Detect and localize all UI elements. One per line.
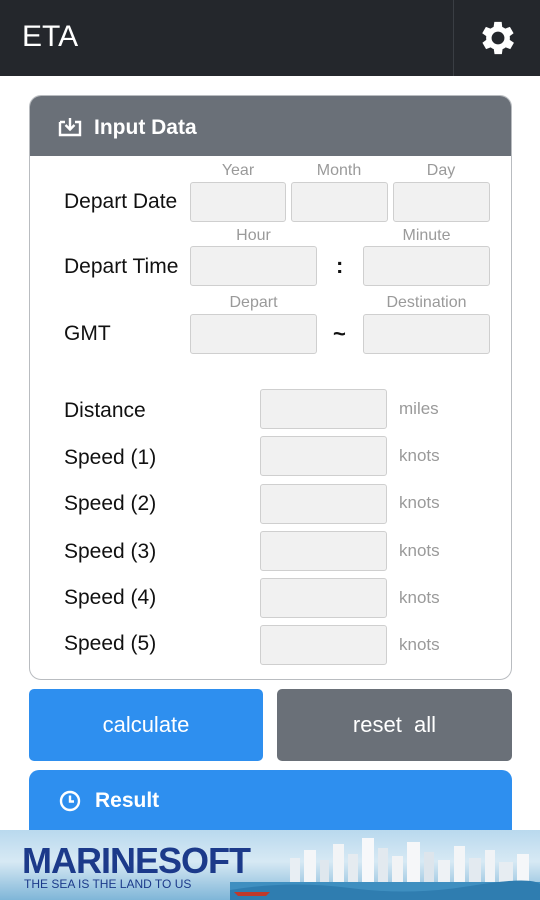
depart-date-label: Depart Date — [64, 190, 178, 213]
year-label: Year — [221, 162, 255, 179]
speed-5-field[interactable] — [260, 625, 387, 665]
hour-field[interactable] — [190, 246, 317, 286]
banner-tagline: THE SEA IS THE LAND TO US — [24, 877, 192, 891]
gmt-depart-label: Depart — [229, 294, 278, 311]
year-field[interactable] — [190, 182, 286, 222]
speed-3-field[interactable] — [260, 531, 387, 571]
speed-2-label: Speed (2) — [64, 492, 157, 515]
marinesoft-logo: MARINESOFT — [22, 840, 251, 881]
minute-field[interactable] — [363, 246, 490, 286]
speed-1-label: Speed (1) — [64, 446, 157, 469]
month-field[interactable] — [291, 182, 388, 222]
gmt-destination-field[interactable] — [363, 314, 490, 354]
speed-2-unit: knots — [399, 493, 440, 512]
speed-4-label: Speed (4) — [64, 586, 157, 609]
download-tray-icon — [58, 118, 82, 137]
calculate-button[interactable]: calculate — [29, 689, 263, 761]
marinesoft-banner[interactable]: MARINESOFT THE SEA IS THE LAND TO US — [0, 830, 540, 900]
city-skyline-image — [230, 838, 540, 900]
hour-label: Hour — [236, 227, 271, 244]
result-title: Result — [95, 789, 160, 812]
gear-icon[interactable] — [476, 16, 520, 60]
gmt-depart-field[interactable] — [190, 314, 317, 354]
minute-label: Minute — [402, 227, 451, 244]
depart-time-label: Depart Time — [64, 255, 179, 278]
appbar-divider — [453, 0, 454, 76]
input-data-title: Input Data — [94, 116, 197, 139]
speed-2-field[interactable] — [260, 484, 387, 524]
speed-5-label: Speed (5) — [64, 632, 157, 655]
speed-4-unit: knots — [399, 588, 440, 607]
gmt-separator: ~ — [333, 321, 346, 346]
day-field[interactable] — [393, 182, 490, 222]
speed-5-unit: knots — [399, 635, 440, 654]
time-separator: : — [336, 253, 344, 278]
speed-3-label: Speed (3) — [64, 540, 157, 563]
app-title: ETA — [22, 20, 79, 53]
clock-icon — [59, 790, 81, 812]
gmt-label: GMT — [64, 322, 111, 345]
distance-label: Distance — [64, 399, 146, 422]
distance-field[interactable] — [260, 389, 387, 429]
month-label: Month — [316, 162, 362, 179]
distance-unit: miles — [399, 399, 439, 418]
speed-4-field[interactable] — [260, 578, 387, 618]
speed-1-unit: knots — [399, 446, 440, 465]
app-bar: ETA — [0, 0, 540, 76]
gmt-destination-label: Destination — [386, 294, 467, 311]
speed-1-field[interactable] — [260, 436, 387, 476]
day-label: Day — [426, 162, 456, 179]
speed-3-unit: knots — [399, 541, 440, 560]
reset-all-button[interactable]: reset all — [277, 689, 512, 761]
input-data-card: Input Data Year Month Day Depart Date Ho… — [29, 95, 512, 680]
input-data-header: Input Data — [30, 96, 511, 156]
